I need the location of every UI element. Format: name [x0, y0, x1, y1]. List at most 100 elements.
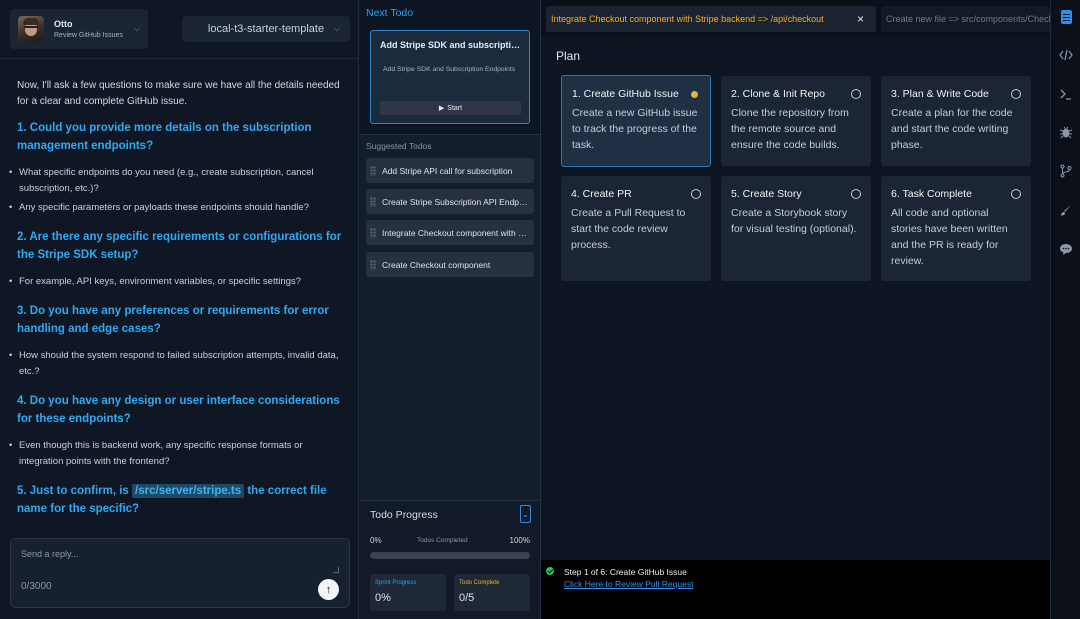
repo-select[interactable]: local-t3-starter-template ⌵ [182, 16, 350, 42]
chat-intro: Now, I'll ask a few questions to make su… [17, 80, 340, 107]
suggested-todos-heading: Suggested Todos [366, 141, 432, 151]
arrow-up-icon: ↑ [325, 583, 332, 596]
question-2: 2. Are there any specific requirements o… [17, 231, 342, 261]
start-label: Start [447, 104, 463, 112]
suggested-todo-item[interactable]: Add Stripe API call for subscription [366, 158, 534, 183]
user-name: Otto [54, 19, 73, 29]
brush-icon[interactable] [1059, 203, 1073, 217]
chat-icon[interactable] [1059, 242, 1073, 256]
step-name: 2. Clone & Init Repo [731, 88, 825, 100]
reply-input[interactable]: Send a reply... 0/3000 ↑ [10, 538, 350, 608]
suggested-todo-label: Add Stripe API call for subscription [382, 165, 513, 176]
user-switcher[interactable]: Otto Review GitHub Issues ⌵ [10, 9, 148, 49]
bug-icon[interactable] [1059, 125, 1073, 139]
step-description: Create a Pull Request to start the code … [571, 207, 686, 251]
question-1: 1. Could you provide more details on the… [17, 122, 312, 152]
question-3: 3. Do you have any preferences or requir… [17, 305, 329, 335]
sprint-progress-value: 0% [375, 592, 391, 604]
tab-secondary[interactable]: Create new file => src/components/Checko… [881, 6, 1050, 32]
resize-handle[interactable] [333, 567, 339, 573]
document-icon[interactable] [1061, 10, 1072, 24]
review-pr-link[interactable]: Click Here to Review Pull Request [564, 579, 693, 589]
step-description: All code and optional stories have been … [891, 207, 1008, 267]
repo-select-value: local-t3-starter-template [207, 23, 325, 35]
step-description: Create a plan for the code and start the… [891, 107, 1013, 151]
progress-label: Todos Completed [417, 537, 468, 544]
icon-rail [1050, 0, 1080, 619]
suggested-todo-item[interactable]: Create Stripe Subscription API Endpoint [366, 189, 534, 214]
chevron-down-icon: ⌄ [522, 509, 529, 519]
start-button[interactable]: ▶ Start [380, 101, 521, 115]
progress-min: 0% [370, 536, 382, 545]
step-status: Step 1 of 6: Create GitHub Issue [564, 567, 687, 577]
play-icon: ▶ [438, 105, 445, 112]
plan-step-6[interactable]: 6. Task Complete All code and optional s… [881, 176, 1031, 281]
plan-step-3[interactable]: 3. Plan & Write Code Create a plan for t… [881, 76, 1031, 166]
list-item: For example, API keys, environment varia… [9, 274, 345, 290]
next-todo-card[interactable]: Add Stripe SDK and subscription manageme… [370, 30, 530, 124]
plan-step-1[interactable]: 1. Create GitHub Issue Create a new GitH… [561, 75, 711, 167]
plan-step-2[interactable]: 2. Clone & Init Repo Clone the repositor… [721, 76, 871, 166]
next-todo-title: Add Stripe SDK and subscription manageme… [380, 40, 525, 50]
drag-handle-icon[interactable] [370, 196, 376, 207]
step-description: Create a new GitHub issue to track the p… [572, 107, 698, 151]
question-5: 5. Just to confirm, is /src/server/strip… [17, 483, 345, 518]
sprint-progress-card: Sprint Progress 0% [370, 574, 446, 611]
todo-complete-label: Todo Complete [459, 580, 500, 586]
todo-complete-card: Todo Complete 0/5 [454, 574, 530, 611]
step-description: Create a Storybook story for visual test… [731, 207, 857, 235]
sprint-progress-label: Sprint Progress [375, 580, 417, 586]
chevron-down-icon: ⌵ [133, 24, 140, 33]
question-5-text: 5. Just to confirm, is [17, 485, 133, 497]
status-circle-icon [691, 189, 701, 199]
tab-active[interactable]: Integrate Checkout component with Stripe… [546, 6, 876, 32]
status-circle-icon [1011, 189, 1021, 199]
code-icon[interactable] [1059, 48, 1073, 62]
list-item: What specific endpoints do you need (e.g… [9, 165, 345, 197]
chevron-down-icon: ⌵ [333, 24, 340, 33]
user-status: Review GitHub Issues [54, 32, 123, 39]
step-name: 6. Task Complete [891, 188, 972, 200]
progress-bar [370, 552, 530, 559]
suggested-todo-item[interactable]: Create Checkout component [366, 252, 534, 277]
drag-handle-icon[interactable] [370, 259, 376, 270]
drag-handle-icon[interactable] [370, 227, 376, 238]
next-todo-section: Next Todo Add Stripe SDK and subscriptio… [360, 0, 540, 135]
tab-bar: Integrate Checkout component with Stripe… [541, 0, 1050, 36]
status-dot-icon [691, 90, 698, 98]
todo-complete-value: 0/5 [459, 592, 475, 604]
send-button[interactable]: ↑ [318, 579, 339, 600]
next-todo-heading: Next Todo [366, 7, 414, 19]
chat-messages[interactable]: Now, I'll ask a few questions to make su… [0, 60, 359, 524]
step-name: 4. Create PR [571, 188, 632, 200]
question-4: 4. Do you have any design or user interf… [17, 395, 340, 425]
terminal-icon[interactable] [1059, 87, 1073, 101]
suggested-todo-item[interactable]: Integrate Checkout component with Stripe… [366, 220, 534, 245]
status-footer: Step 1 of 6: Create GitHub Issue Click H… [541, 560, 1050, 619]
step-name: 3. Plan & Write Code [891, 88, 989, 100]
list-item: Any specific parameters or payloads thes… [9, 200, 345, 216]
character-count: 0/3000 [21, 581, 52, 592]
suggested-todo-label: Integrate Checkout component with Stripe… [382, 227, 532, 238]
plan-title: Plan [556, 49, 581, 63]
status-circle-icon [851, 89, 861, 99]
drag-handle-icon[interactable] [370, 165, 376, 176]
collapse-toggle[interactable]: ⌄ [520, 505, 531, 523]
list-item: How should the system respond to failed … [9, 348, 345, 380]
branch-icon[interactable] [1059, 164, 1073, 178]
tab-label: Create new file => src/components/Checko… [886, 14, 1050, 24]
step-description: Clone the repository from the remote sou… [731, 107, 849, 151]
chat-panel: Otto Review GitHub Issues ⌵ local-t3-sta… [0, 0, 359, 619]
step-name: 1. Create GitHub Issue [572, 88, 679, 100]
avatar [18, 16, 44, 42]
check-circle-icon [546, 567, 554, 575]
reply-placeholder: Send a reply... [21, 549, 79, 559]
close-icon[interactable]: × [857, 12, 864, 26]
plan-step-5[interactable]: 5. Create Story Create a Storybook story… [721, 176, 871, 281]
todo-panel: Next Todo Add Stripe SDK and subscriptio… [360, 0, 540, 619]
tab-label: Integrate Checkout component with Stripe… [551, 14, 824, 24]
suggested-todo-label: Create Checkout component [382, 259, 491, 270]
suggested-todo-label: Create Stripe Subscription API Endpoint [382, 196, 532, 207]
plan-step-4[interactable]: 4. Create PR Create a Pull Request to st… [561, 176, 711, 281]
status-circle-icon [851, 189, 861, 199]
